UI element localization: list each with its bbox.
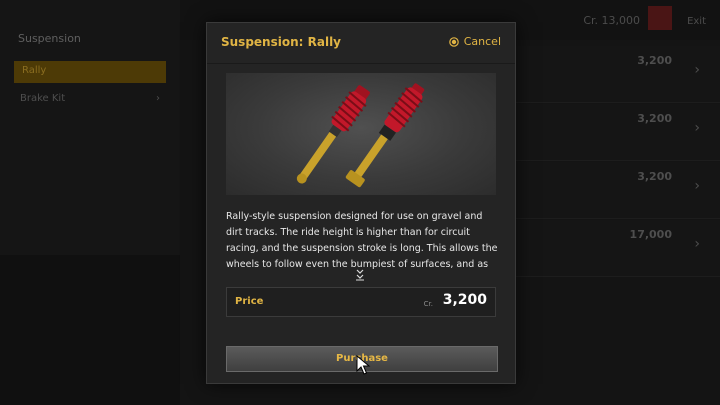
sidebar-item-label: Brake Kit [20,93,66,104]
sidebar-selected-item: Rally [14,61,166,83]
background-row: 3,200 › [512,46,720,103]
chevron-right-icon: › [694,178,700,194]
badge-icon [648,6,672,30]
row-price: 3,200 [637,170,672,183]
background-row: 3,200 › [512,162,720,219]
row-price: 3,200 [637,54,672,67]
suspension-shocks-image [296,83,425,188]
sidebar-selected-label: Rally [22,65,47,76]
chevron-right-icon: › [694,120,700,136]
exit-label: Exit [687,16,706,27]
mouse-pointer-icon [356,355,371,375]
sidebar-category: Suspension [18,32,81,45]
price-label: Price [235,296,264,307]
cancel-label: Cancel [463,35,501,48]
chevron-right-icon: › [694,62,700,78]
price-panel: Price Cr. 3,200 [226,287,496,317]
chevron-right-icon: › [156,93,160,104]
product-image [226,73,496,195]
scroll-down-icon[interactable] [355,269,365,281]
price-value: 3,200 [442,292,487,308]
price-currency: Cr. [423,300,433,308]
circle-button-icon [448,36,459,47]
row-price: 3,200 [637,112,672,125]
dialog-title: Suspension: Rally [221,35,342,49]
background-row: 17,000 › [512,220,720,277]
dialog-header: Suspension: Rally Cancel [207,23,515,64]
background-decoration [0,255,180,405]
product-description: Rally-style suspension designed for use … [226,211,498,270]
cancel-button[interactable]: Cancel [448,35,501,48]
row-price: 17,000 [629,228,672,241]
chevron-right-icon: › [694,236,700,252]
credits-display: Cr. 13,000 [583,14,640,27]
purchase-dialog: Suspension: Rally Cancel Rally-style sus… [206,22,516,384]
background-row: 3,200 › [512,104,720,161]
sidebar-item-brake-kit: Brake Kit › [20,93,160,104]
